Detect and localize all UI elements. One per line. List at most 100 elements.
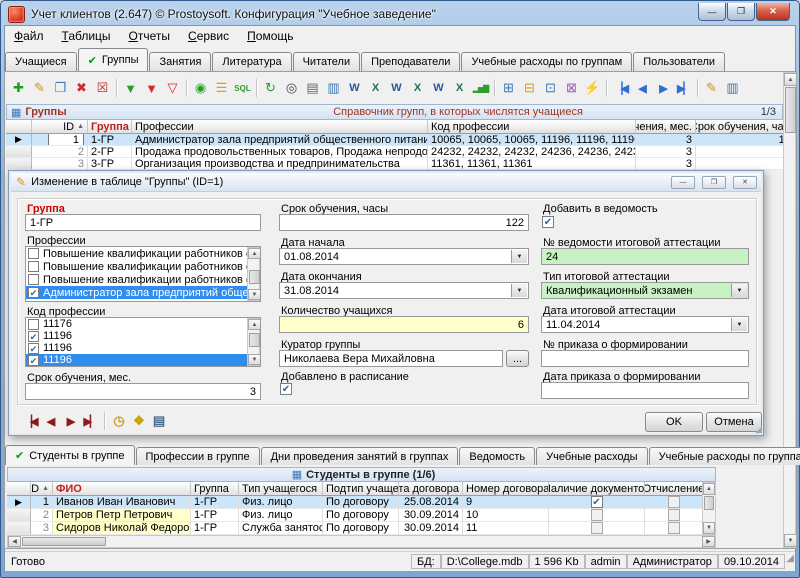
column-header-hours[interactable]: Срок обучения, часы — [696, 120, 783, 134]
vedomost-checkbox[interactable]: ✔ — [542, 216, 554, 228]
tab-teachers[interactable]: Преподаватели — [361, 52, 460, 71]
column-header-fio[interactable]: ФИО — [53, 482, 191, 496]
report-excel-icon[interactable]: X — [407, 78, 428, 98]
search-icon[interactable]: ◎ — [281, 78, 302, 98]
dropdown-icon[interactable]: ▼ — [731, 284, 747, 297]
row-selector[interactable] — [7, 522, 31, 535]
order-num-field[interactable] — [541, 350, 749, 367]
chart-icon[interactable]: ▂▅▇ — [470, 78, 491, 98]
nav-first-icon[interactable]: ▕◀ — [610, 78, 631, 98]
professions-listbox[interactable]: Повышение квалификации работников социал… — [25, 246, 261, 302]
item-checkbox[interactable]: ✔ — [28, 287, 39, 298]
students-count-field[interactable]: 6 — [279, 316, 529, 333]
column-header-subtype[interactable]: Подтип учащегося — [323, 482, 399, 496]
group-field[interactable]: 1-ГР — [25, 214, 261, 231]
scroll-thumb[interactable] — [22, 537, 106, 546]
scroll-thumb[interactable] — [249, 333, 260, 347]
ok-button[interactable]: OK — [645, 412, 703, 432]
students-horizontal-scrollbar[interactable]: ◀ ▶ — [7, 535, 716, 548]
folder-favorite-icon[interactable]: ❖ — [130, 413, 148, 429]
view-sql-icon[interactable]: SQL — [232, 78, 253, 98]
column-header-months[interactable]: Срок обучения, мес. — [636, 120, 696, 134]
expel-checkbox[interactable] — [668, 509, 680, 521]
table-row[interactable]: ▶ 1 1-ГР Администратор зала предприятий … — [6, 134, 783, 146]
hours-field[interactable]: 122 — [279, 214, 529, 231]
subtab-professions[interactable]: Профессии в группе — [136, 447, 260, 465]
refresh-icon[interactable]: ↻ — [260, 78, 281, 98]
edit-form-icon[interactable]: ✎ — [701, 78, 722, 98]
table-sum-icon[interactable]: ⊡ — [540, 78, 561, 98]
title-bar[interactable]: Учет клиентов (2.647) © Prostoysoft. Кон… — [8, 4, 436, 24]
column-header-group[interactable]: Группа — [191, 482, 239, 496]
docs-checkbox[interactable] — [591, 522, 603, 534]
nav-last-icon[interactable]: ▶▏ — [673, 78, 694, 98]
dropdown-icon[interactable]: ▼ — [511, 284, 527, 297]
edit-record-icon[interactable]: ✎ — [29, 78, 50, 98]
table-row[interactable]: 3 3-ГР Организация производства и предпр… — [6, 158, 783, 170]
column-header-professions[interactable]: Профессии — [132, 120, 428, 134]
item-checkbox[interactable]: ✔ — [28, 343, 39, 354]
scroll-left-icon[interactable]: ◀ — [8, 536, 21, 547]
item-checkbox[interactable] — [28, 274, 39, 285]
menu-reports[interactable]: Отчеты — [120, 27, 180, 45]
view-form-icon[interactable]: ▥ — [722, 78, 743, 98]
item-checkbox[interactable] — [28, 261, 39, 272]
scroll-thumb[interactable] — [704, 496, 714, 510]
list-item[interactable]: ✔Администратор зала предприятий обществе… — [26, 286, 260, 299]
column-header-contract-date[interactable]: Дата договора — [399, 482, 463, 496]
row-selector[interactable] — [7, 509, 31, 522]
subtab-expenses[interactable]: Учебные расходы — [536, 447, 647, 465]
scroll-down-icon[interactable]: ▼ — [248, 289, 261, 300]
curator-field[interactable]: Николаева Вера Михайловна — [279, 350, 503, 367]
scroll-down-icon[interactable]: ▼ — [248, 354, 261, 365]
quick-action-icon[interactable]: ⚡ — [582, 78, 603, 98]
subtab-students[interactable]: ✔ Студенты в группе — [5, 445, 135, 465]
export-excel-icon[interactable]: X — [365, 78, 386, 98]
scroll-up-icon[interactable]: ▲ — [703, 483, 715, 495]
filter-clear-icon[interactable]: ▽ — [162, 78, 183, 98]
scroll-thumb[interactable] — [785, 87, 796, 133]
dialog-close-button[interactable]: ✕ — [733, 176, 757, 189]
curator-browse-button[interactable]: ... — [506, 350, 529, 367]
table-row[interactable]: 3 Сидоров Николай Федорович 1-ГР Служба … — [7, 522, 702, 535]
notes-icon[interactable]: ▤ — [150, 413, 168, 429]
table-row[interactable]: 2 2-ГР Продажа продовольственных товаров… — [6, 146, 783, 158]
maximize-button[interactable]: ❐ — [727, 3, 755, 21]
vedomost-num-field[interactable]: 24 — [541, 248, 749, 265]
scroll-down-icon[interactable]: ▼ — [784, 534, 797, 547]
list-item[interactable]: Повышение квалификации работников социал… — [26, 247, 260, 260]
subtab-lesson-days[interactable]: Дни проведения занятий в группах — [261, 447, 459, 465]
menu-tables[interactable]: Таблицы — [53, 27, 120, 45]
dialog-title-bar[interactable]: ✎ Изменение в таблице "Группы" (ID=1) — … — [11, 173, 761, 192]
tab-users[interactable]: Пользователи — [633, 52, 725, 71]
scroll-thumb[interactable] — [249, 270, 260, 284]
record-first-icon[interactable]: ▕◀ — [21, 413, 39, 429]
main-vertical-scrollbar[interactable]: ▲ ▼ — [783, 72, 796, 548]
column-header-group[interactable]: Группа — [88, 120, 132, 134]
tab-groups[interactable]: ✔ Группы — [78, 48, 149, 71]
tab-lessons[interactable]: Занятия — [149, 52, 211, 71]
expel-checkbox[interactable] — [668, 496, 680, 508]
window-resize-grip[interactable]: ◢ — [786, 553, 794, 564]
column-header-id[interactable]: ID ▲ — [32, 120, 88, 134]
print-preview-icon[interactable]: ▥ — [323, 78, 344, 98]
menu-help[interactable]: Помощь — [238, 27, 302, 45]
view-filter-icon[interactable]: ◉ — [190, 78, 211, 98]
tab-students[interactable]: Учащиеся — [5, 52, 77, 71]
item-checkbox[interactable] — [28, 319, 39, 330]
listbox-scrollbar[interactable]: ▲ ▼ — [247, 318, 260, 366]
list-item[interactable]: ✔11196 — [26, 330, 260, 342]
column-header-expel[interactable]: Отчисление — [645, 482, 702, 496]
item-checkbox[interactable] — [28, 248, 39, 259]
prof-code-listbox[interactable]: 11176 ✔11196 ✔11196 ✔11196 ▲ ▼ — [25, 317, 261, 367]
cancel-button[interactable]: Отмена — [706, 412, 762, 432]
dialog-maximize-button[interactable]: ❐ — [702, 176, 726, 189]
list-item[interactable]: Повышение квалификации работников социал… — [26, 273, 260, 286]
menu-file[interactable]: Файл — [5, 27, 53, 45]
scroll-up-icon[interactable]: ▲ — [248, 248, 261, 259]
column-header-type[interactable]: Тип учащегося — [239, 482, 323, 496]
filter-delete-icon[interactable]: ▼ — [141, 78, 162, 98]
list-item[interactable]: ✔11196 — [26, 354, 260, 366]
nav-next-icon[interactable]: ▶ — [652, 78, 673, 98]
view-tree-icon[interactable]: ☰ — [211, 78, 232, 98]
